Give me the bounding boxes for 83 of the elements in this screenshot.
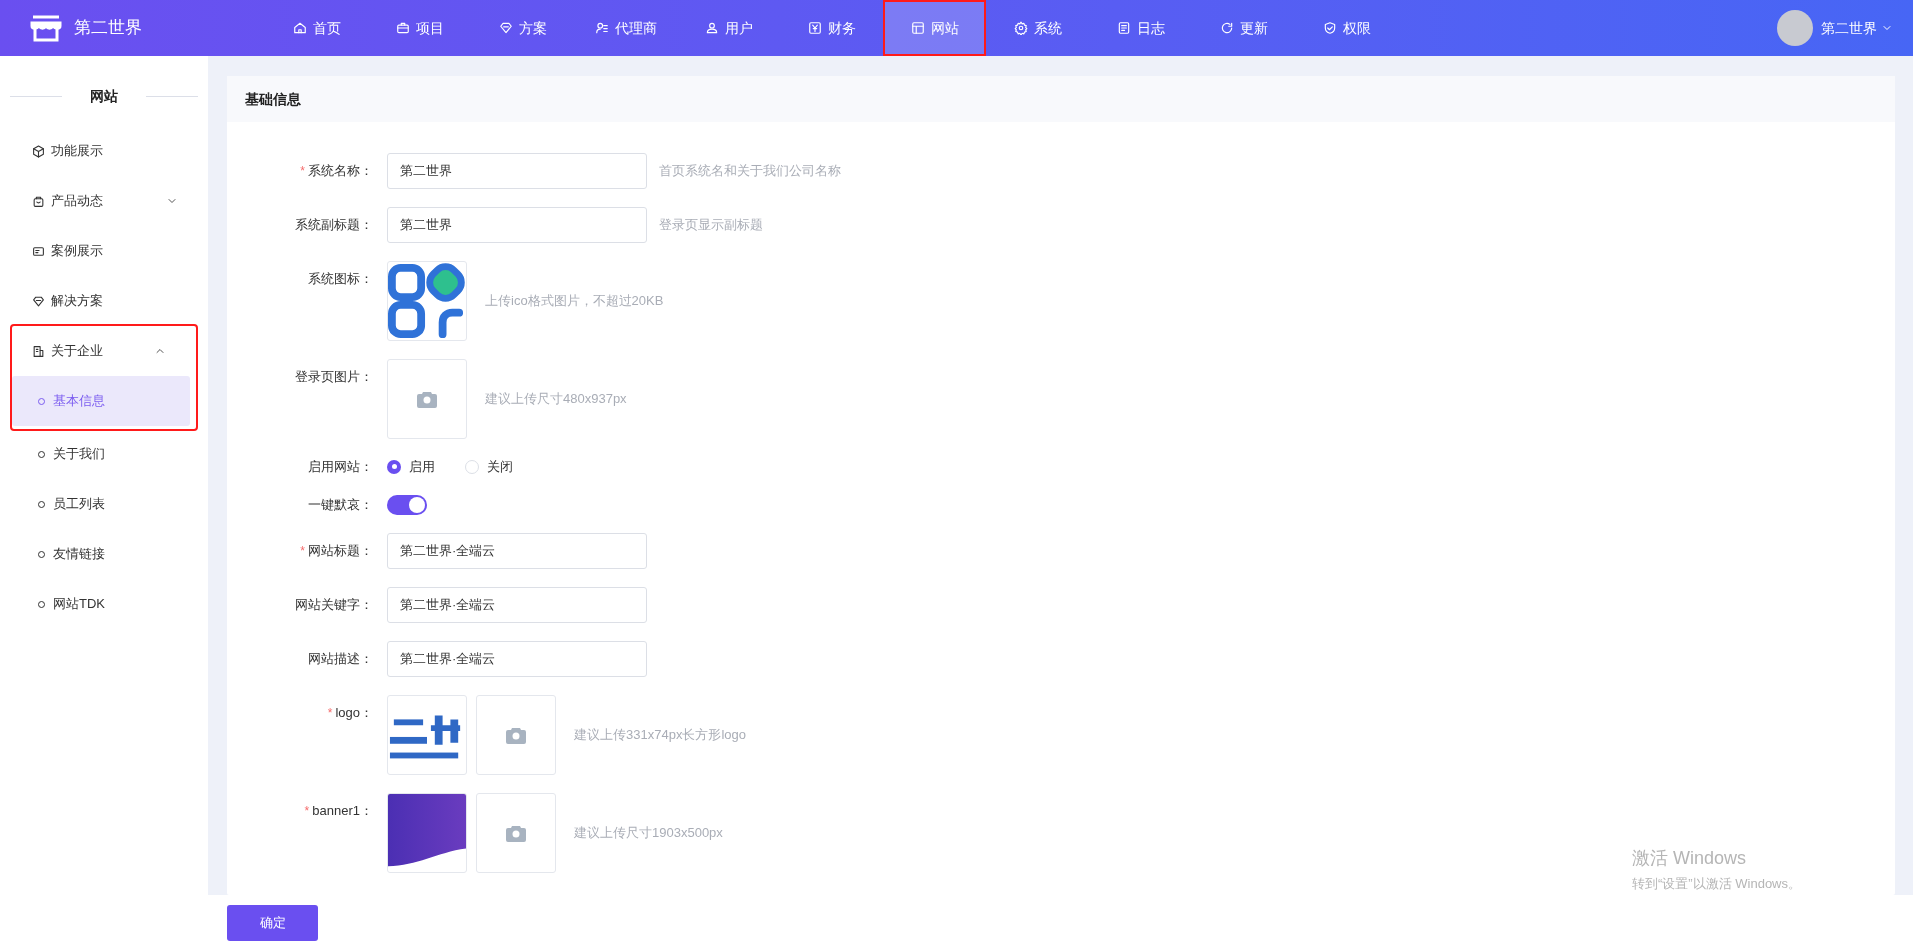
field-label: banner1：: [312, 801, 373, 820]
diamond-icon: [498, 21, 513, 35]
field-label: 启用网站：: [308, 458, 373, 476]
sidebar-subitem[interactable]: 员工列表: [0, 479, 178, 529]
layout-icon: [910, 21, 925, 35]
nav-tab[interactable]: 首页: [265, 0, 368, 56]
toggle-switch[interactable]: [387, 494, 427, 515]
bag-icon: [32, 194, 45, 208]
diamond-icon: [32, 294, 45, 308]
sidebar-item[interactable]: 案例展示: [0, 226, 208, 276]
nav-tab[interactable]: 用户: [677, 0, 780, 56]
radio-option[interactable]: 启用: [387, 457, 435, 477]
required-mark: *: [300, 542, 305, 560]
nav-tab[interactable]: 方案: [471, 0, 574, 56]
brand-name: 第二世界: [74, 17, 142, 40]
nav-tab[interactable]: 代理商: [574, 0, 677, 56]
field-label: 网站描述：: [308, 649, 373, 668]
card-icon: [32, 244, 45, 258]
required-mark: *: [327, 704, 333, 722]
field-hint: 上传ico格式图片，不超过20KB: [485, 292, 664, 311]
user-list-icon: [594, 21, 609, 35]
nav-tab[interactable]: 日志: [1089, 0, 1192, 56]
nav-tab[interactable]: 网站: [883, 0, 986, 56]
sidebar-subitem[interactable]: 关于我们: [0, 429, 178, 479]
document-icon: [1116, 21, 1131, 35]
image-upload[interactable]: [387, 359, 467, 439]
submit-button[interactable]: 确定: [227, 905, 318, 941]
required-mark: *: [300, 163, 305, 180]
field-hint: 建议上传尺寸1903x500px: [574, 823, 723, 842]
activation-title: 激活 Windows: [1632, 846, 1748, 870]
camera-icon: [506, 725, 526, 744]
field-label: 系统图标：: [308, 270, 373, 289]
camera-icon: [417, 390, 437, 408]
field-hint: 建议上传331x74px长方形logo: [574, 725, 746, 744]
field-label: 系统副标题：: [295, 216, 373, 235]
radio-button[interactable]: [465, 459, 479, 474]
text-input[interactable]: 第二世界·全端云: [387, 586, 647, 623]
shield-check-icon: [1322, 21, 1337, 35]
home-icon: [292, 21, 307, 35]
nav-tab[interactable]: 权限: [1295, 0, 1398, 56]
sidebar-subitem[interactable]: 网站TDK: [0, 579, 178, 629]
field-label: 网站关键字：: [295, 595, 373, 614]
avatar[interactable]: [1777, 10, 1813, 46]
field-label: 网站标题：: [308, 541, 373, 560]
activation-message: 转到“设置”以激活 Windows。: [1632, 874, 1801, 893]
camera-icon: [506, 823, 526, 842]
text-input[interactable]: 第二世界: [387, 207, 647, 243]
sidebar-item[interactable]: 功能展示: [0, 126, 208, 176]
field-label: 登录页图片：: [295, 368, 373, 387]
yen-icon: [807, 21, 822, 35]
building-icon: [32, 344, 45, 358]
field-label: logo：: [335, 703, 373, 722]
text-input[interactable]: 第二世界·全端云: [387, 640, 647, 677]
sidebar-subitem[interactable]: 友情链接: [0, 529, 178, 579]
field-hint: 建议上传尺寸480x937px: [485, 390, 627, 409]
nav-tab[interactable]: 系统: [986, 0, 1089, 56]
text-input[interactable]: 第二世界: [387, 153, 647, 189]
nav-tab[interactable]: 项目: [368, 0, 471, 56]
radio-option[interactable]: 关闭: [465, 457, 513, 477]
field-label: 一键默哀：: [308, 495, 373, 514]
image-upload[interactable]: [476, 792, 556, 873]
briefcase-icon: [395, 21, 410, 35]
cube-icon: [32, 144, 45, 158]
nav-tab[interactable]: 更新: [1192, 0, 1295, 56]
storefront-icon: [30, 14, 62, 42]
settings-icon: [1013, 21, 1028, 35]
field-label: 系统名称：: [308, 162, 373, 181]
nav-tab[interactable]: 财务: [780, 0, 883, 56]
image-upload[interactable]: [476, 694, 556, 775]
field-hint: 登录页显示副标题: [659, 216, 763, 235]
sidebar-item[interactable]: 产品动态: [0, 176, 208, 226]
text-input[interactable]: 第二世界·全端云: [387, 532, 647, 569]
sidebar-item[interactable]: 解决方案: [0, 276, 208, 326]
sidebar-subitem[interactable]: 基本信息: [12, 376, 190, 426]
required-mark: *: [304, 802, 310, 820]
field-hint: 首页系统名和关于我们公司名称: [659, 162, 841, 181]
radio-button[interactable]: [387, 459, 401, 474]
sidebar-item[interactable]: 关于企业: [12, 326, 196, 376]
account-menu[interactable]: 第二世界: [1821, 17, 1893, 39]
card-title: 基础信息: [245, 89, 301, 109]
refresh-icon: [1219, 21, 1234, 35]
users-icon: [704, 21, 719, 35]
sidebar-title: 网站: [89, 86, 119, 106]
